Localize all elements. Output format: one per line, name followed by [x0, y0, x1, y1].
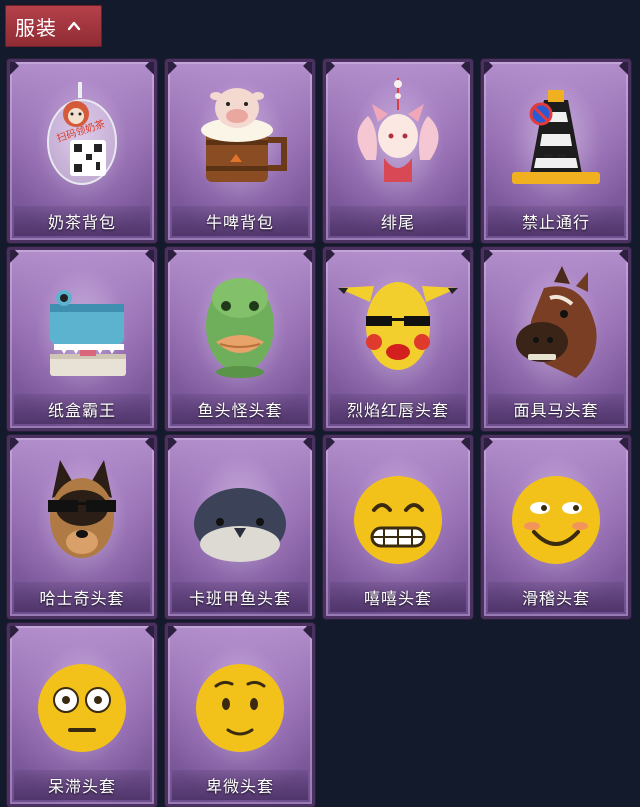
item-label: 哈士奇头套	[39, 589, 125, 608]
item-card-red-lips[interactable]: 烈焰红唇头套	[323, 247, 473, 431]
item-label: 禁止通行	[521, 213, 590, 232]
no-entry-traffic-cone-icon	[512, 90, 600, 184]
cow-beer-mug-backpack-icon	[201, 88, 287, 182]
item-label: 呆滞头套	[47, 777, 116, 796]
item-label: 奶茶背包	[47, 213, 116, 232]
item-label: 牛啤背包	[205, 213, 274, 232]
item-label: 卡班甲鱼头套	[188, 589, 291, 608]
item-label: 滑稽头套	[521, 589, 590, 608]
fox-girl-pendant-icon	[357, 78, 439, 182]
pleading-emoji-mask-icon	[196, 664, 284, 752]
item-label: 烈焰红唇头套	[346, 401, 449, 420]
item-card-dazed[interactable]: 呆滞头套	[7, 623, 157, 807]
item-card-milk-tea-backpack[interactable]: 扫码领奶茶 奶茶背包	[7, 59, 157, 243]
clothing-grid: 扫码领奶茶 奶茶背包 牛啤背包 绯尾 禁止通行 纸盒霸王 鱼头怪头套 烈焰红唇头…	[0, 0, 640, 807]
item-label: 鱼头怪头套	[197, 401, 283, 420]
item-card-fish-head[interactable]: 鱼头怪头套	[165, 247, 315, 431]
item-card-husky[interactable]: 哈士奇头套	[7, 435, 157, 619]
husky-sunglasses-mask-icon	[48, 460, 116, 558]
fish-head-mask-icon	[206, 278, 274, 378]
item-card-fox-tail[interactable]: 绯尾	[323, 59, 473, 243]
item-card-no-entry[interactable]: 禁止通行	[481, 59, 631, 243]
item-label: 纸盒霸王	[47, 401, 116, 420]
grinning-emoji-mask-icon	[354, 476, 442, 564]
item-card-humble[interactable]: 卑微头套	[165, 623, 315, 807]
cardboard-dinosaur-head-icon	[50, 290, 126, 376]
item-label: 面具马头套	[513, 401, 599, 420]
pikachu-red-lips-mask-icon	[338, 282, 458, 370]
item-card-grin[interactable]: 嘻嘻头套	[323, 435, 473, 619]
item-label: 嘻嘻头套	[363, 589, 432, 608]
item-label: 卑微头套	[205, 777, 274, 796]
item-card-cow-beer-backpack[interactable]: 牛啤背包	[165, 59, 315, 243]
flushed-emoji-mask-icon	[38, 664, 126, 752]
item-card-cardboard-king[interactable]: 纸盒霸王	[7, 247, 157, 431]
item-label: 绯尾	[380, 213, 415, 232]
horse-head-mask-icon	[516, 266, 597, 378]
item-card-funny[interactable]: 滑稽头套	[481, 435, 631, 619]
item-card-seal[interactable]: 卡班甲鱼头套	[165, 435, 315, 619]
item-card-horse-mask[interactable]: 面具马头套	[481, 247, 631, 431]
funny-emoji-mask-icon	[512, 476, 600, 564]
milk-tea-backpack-icon: 扫码领奶茶	[47, 82, 117, 185]
seal-head-mask-icon	[194, 488, 286, 562]
